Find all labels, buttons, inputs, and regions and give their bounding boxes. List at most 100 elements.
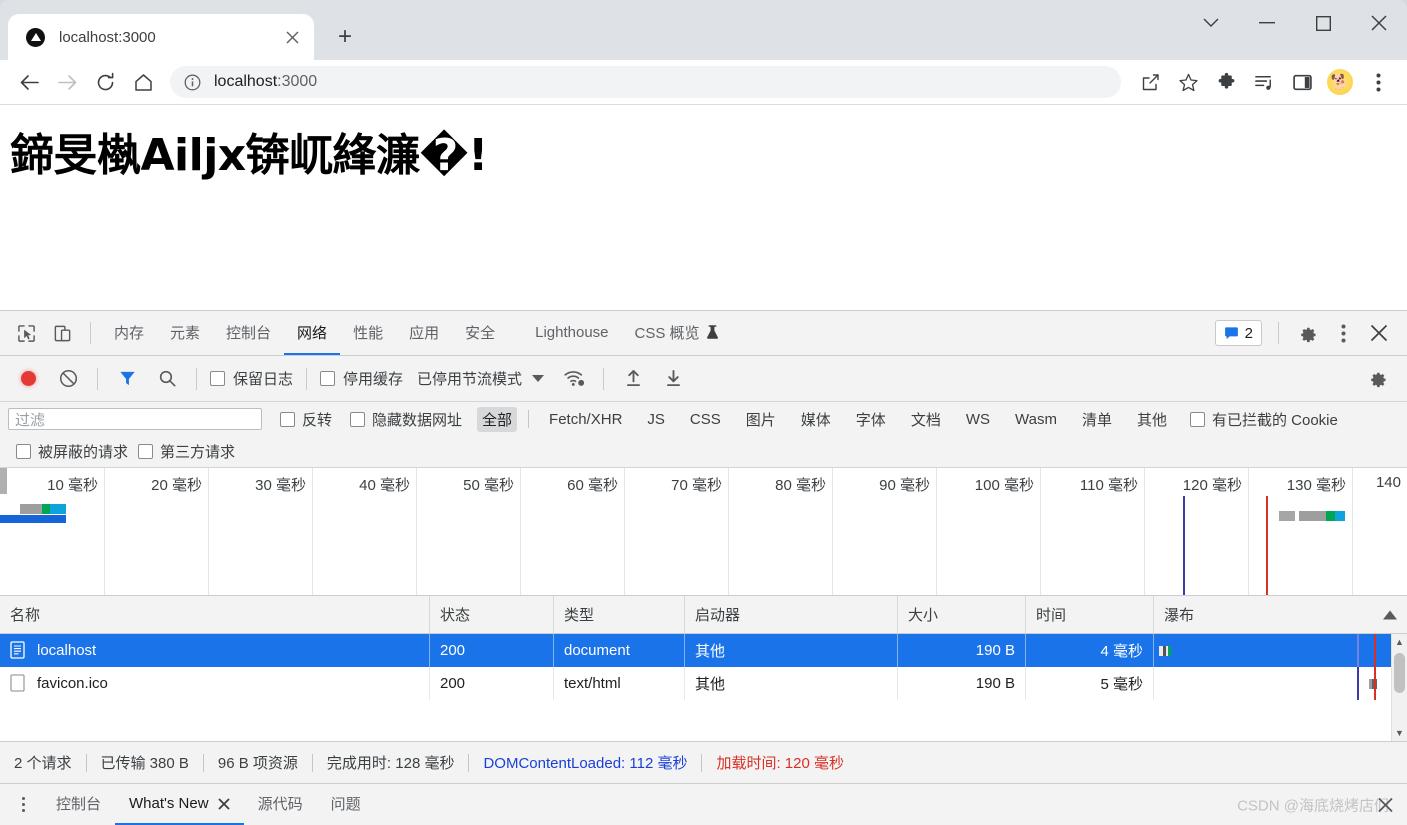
- back-arrow-icon[interactable]: [10, 63, 48, 101]
- home-icon[interactable]: [124, 63, 162, 101]
- network-overview-timeline[interactable]: 10 毫秒 20 毫秒 30 毫秒 40 毫秒 50 毫秒 60 毫秒 70 毫…: [0, 468, 1407, 596]
- chrome-menu-icon[interactable]: [1359, 63, 1397, 101]
- devtools-panel: 内存 元素 控制台 网络 性能 应用 安全 Lighthouse CSS 概览 …: [0, 310, 1407, 825]
- filter-type-css[interactable]: CSS: [685, 409, 726, 430]
- third-party-checkbox[interactable]: 第三方请求: [138, 441, 235, 462]
- devtools-tab-lighthouse[interactable]: Lighthouse: [522, 311, 621, 355]
- filter-input[interactable]: 过滤: [8, 408, 262, 430]
- filter-type-media[interactable]: 媒体: [796, 407, 836, 432]
- preserve-log-checkbox[interactable]: 保留日志: [210, 368, 293, 389]
- blocked-requests-checkbox[interactable]: 被屏蔽的请求: [16, 441, 128, 462]
- timeline-tick-label: 110 毫秒: [1080, 474, 1144, 495]
- kebab-menu-icon[interactable]: [10, 792, 36, 818]
- side-panel-icon[interactable]: [1283, 63, 1321, 101]
- filter-type-fetch-xhr[interactable]: Fetch/XHR: [544, 409, 627, 430]
- checkbox-box: [280, 412, 295, 427]
- maximize-button[interactable]: [1295, 0, 1351, 46]
- filter-funnel-icon[interactable]: [112, 364, 142, 394]
- filter-type-font[interactable]: 字体: [851, 407, 891, 432]
- invert-checkbox[interactable]: 反转: [280, 409, 332, 430]
- overview-request-bar-2: [1279, 511, 1345, 521]
- address-bar[interactable]: localhost:3000: [170, 66, 1121, 98]
- column-header-size[interactable]: 大小: [898, 596, 1026, 633]
- devtools-tab-application[interactable]: 应用: [396, 311, 452, 355]
- disable-cache-checkbox[interactable]: 停用缓存: [320, 368, 403, 389]
- filter-type-img[interactable]: 图片: [741, 407, 781, 432]
- drawer-close-icon[interactable]: [1378, 797, 1393, 812]
- drawer-tab-issues[interactable]: 问题: [317, 784, 375, 825]
- chevron-down-button[interactable]: [1183, 0, 1239, 46]
- chevron-down-icon[interactable]: [532, 375, 544, 382]
- column-header-status[interactable]: 状态: [430, 596, 554, 633]
- export-har-icon[interactable]: [658, 364, 688, 394]
- column-header-initiator[interactable]: 启动器: [685, 596, 898, 633]
- device-toggle-icon[interactable]: [46, 317, 78, 349]
- devtools-tab-memory[interactable]: 内存: [101, 311, 157, 355]
- site-info-icon[interactable]: [182, 72, 202, 92]
- close-icon[interactable]: [1363, 317, 1395, 349]
- gear-icon[interactable]: [1291, 317, 1323, 349]
- status-sep: [203, 754, 204, 772]
- clear-icon[interactable]: [53, 364, 83, 394]
- table-row[interactable]: favicon.ico 200 text/html 其他 190 B 5 毫秒: [0, 667, 1407, 700]
- blocked-cookies-checkbox[interactable]: 有已拦截的 Cookie: [1190, 409, 1338, 430]
- scrollbar-thumb[interactable]: [1394, 653, 1405, 693]
- new-tab-button[interactable]: +: [328, 20, 362, 54]
- column-header-name[interactable]: 名称: [0, 596, 430, 633]
- share-icon[interactable]: [1131, 63, 1169, 101]
- devtools-tab-network[interactable]: 网络: [284, 311, 340, 355]
- overview-left-grip[interactable]: [0, 468, 7, 494]
- browser-tab[interactable]: localhost:3000: [8, 14, 314, 60]
- reload-icon[interactable]: [86, 63, 124, 101]
- triangle-circle-favicon: [26, 28, 45, 47]
- filter-type-other[interactable]: 其他: [1132, 407, 1172, 432]
- filter-type-ws[interactable]: WS: [961, 409, 995, 430]
- close-icon[interactable]: [280, 25, 304, 49]
- media-list-icon[interactable]: [1245, 63, 1283, 101]
- import-har-icon[interactable]: [618, 364, 648, 394]
- checkbox-box: [350, 412, 365, 427]
- filter-type-manifest[interactable]: 清单: [1077, 407, 1117, 432]
- network-filterbar-2: 被屏蔽的请求 第三方请求: [0, 436, 1407, 468]
- bookmark-star-icon[interactable]: [1169, 63, 1207, 101]
- devtools-tab-security[interactable]: 安全: [452, 311, 508, 355]
- throttling-select[interactable]: 已停用节流模式: [417, 368, 522, 389]
- search-icon[interactable]: [152, 364, 182, 394]
- overview-selection-bar[interactable]: [0, 515, 66, 523]
- timeline-tick-label: 40 毫秒: [359, 474, 416, 495]
- filter-type-all[interactable]: 全部: [477, 407, 517, 432]
- column-header-waterfall[interactable]: 瀑布: [1154, 596, 1407, 633]
- devtools-tab-console[interactable]: 控制台: [213, 311, 284, 355]
- profile-avatar[interactable]: 🐕: [1321, 63, 1359, 101]
- minimize-button[interactable]: [1239, 0, 1295, 46]
- forward-arrow-icon[interactable]: [48, 63, 86, 101]
- extensions-puzzle-icon[interactable]: [1207, 63, 1245, 101]
- scroll-up-arrow-icon[interactable]: ▲: [1392, 634, 1407, 650]
- devtools-tab-elements[interactable]: 元素: [157, 311, 213, 355]
- network-settings-gear-icon[interactable]: [1362, 364, 1392, 394]
- table-row[interactable]: localhost 200 document 其他 190 B 4 毫秒: [0, 634, 1407, 667]
- column-header-type[interactable]: 类型: [554, 596, 685, 633]
- drawer-tab-sources[interactable]: 源代码: [244, 784, 317, 825]
- scroll-down-arrow-icon[interactable]: ▼: [1392, 725, 1407, 741]
- table-scrollbar[interactable]: ▲ ▼: [1391, 634, 1407, 741]
- network-conditions-icon[interactable]: [559, 364, 589, 394]
- drawer-tab-console[interactable]: 控制台: [42, 784, 115, 825]
- record-button[interactable]: [13, 364, 43, 394]
- kebab-menu-icon[interactable]: [1327, 317, 1359, 349]
- column-header-time[interactable]: 时间: [1026, 596, 1154, 633]
- close-window-button[interactable]: [1351, 0, 1407, 46]
- status-dom-content-loaded: DOMContentLoaded: 112 毫秒: [483, 752, 687, 773]
- devtools-tab-css-overview[interactable]: CSS 概览: [622, 311, 732, 355]
- close-icon[interactable]: [218, 798, 230, 810]
- devtools-tab-performance[interactable]: 性能: [340, 311, 396, 355]
- hide-data-urls-checkbox[interactable]: 隐藏数据网址: [350, 409, 462, 430]
- filter-type-doc[interactable]: 文档: [906, 407, 946, 432]
- checkbox-box: [210, 371, 225, 386]
- beaker-icon: [706, 325, 719, 340]
- drawer-tab-whats-new[interactable]: What's New: [115, 784, 244, 825]
- inspect-element-icon[interactable]: [10, 317, 42, 349]
- issues-badge[interactable]: 2: [1215, 320, 1262, 346]
- filter-type-wasm[interactable]: Wasm: [1010, 409, 1062, 430]
- filter-type-js[interactable]: JS: [642, 409, 670, 430]
